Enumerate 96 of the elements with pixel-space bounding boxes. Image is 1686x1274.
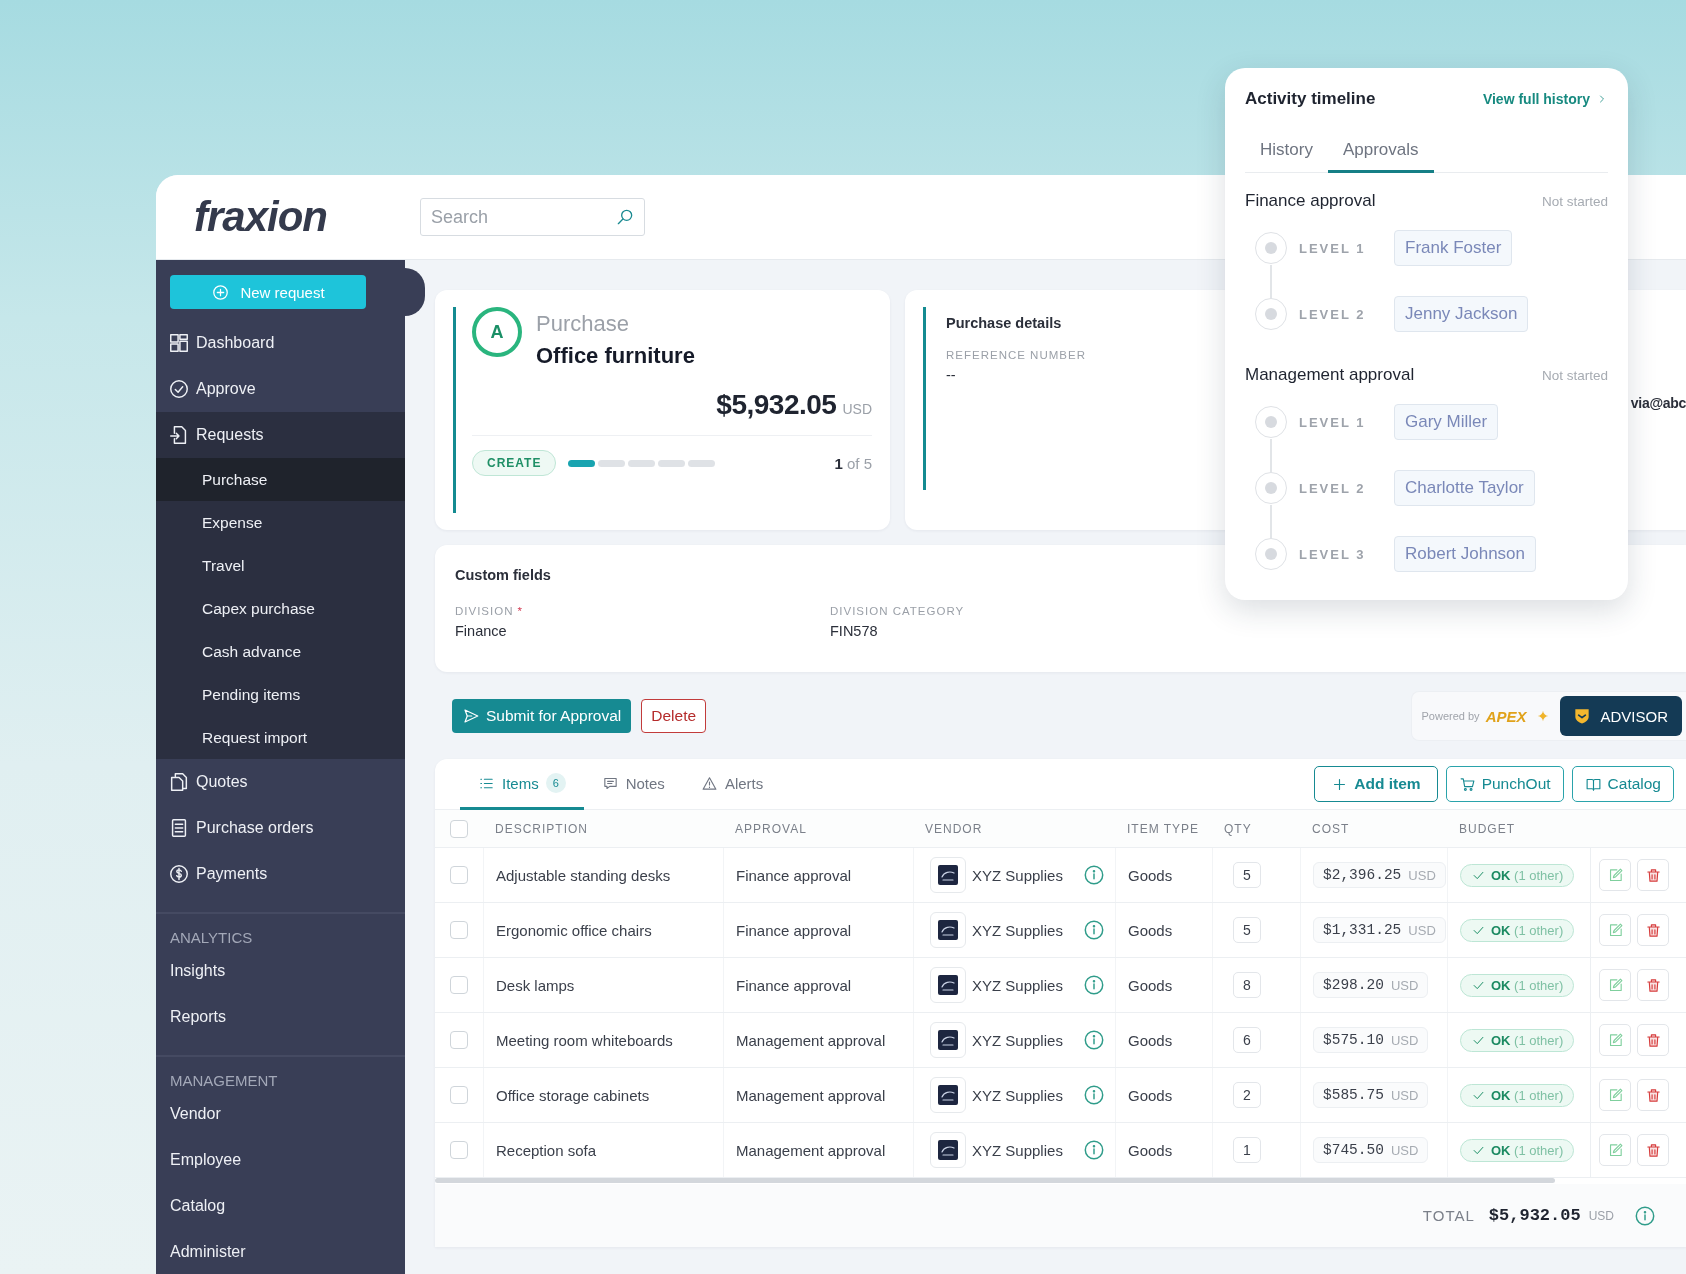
approval-status: Not started (1541, 367, 1608, 383)
currency: USD (1390, 1087, 1419, 1103)
vendor-name: XYZ Supplies (972, 1031, 1064, 1049)
field-label: DIVISION (455, 605, 514, 617)
cost-value: $1,331.25 (1323, 922, 1402, 938)
approval-group-title: Finance approval (1245, 191, 1376, 211)
budget-status: OK (1 other) (1491, 1142, 1564, 1158)
table-cell: Management approval (736, 1141, 886, 1159)
column-header: VENDOR (925, 821, 983, 836)
vendor-name: XYZ Supplies (972, 1141, 1064, 1159)
table-cell: Desk lamps (496, 976, 575, 994)
brand-label: APEX (1485, 707, 1527, 725)
quantity-value: 6 (1233, 1027, 1261, 1053)
table-cell: Adjustable standing desks (496, 866, 671, 884)
column-header: ITEM TYPE (1127, 821, 1200, 836)
level-label: LEVEL 2 (1298, 306, 1366, 322)
request-type: Purchase (536, 311, 630, 337)
currency: USD (1408, 922, 1436, 938)
cost-value: $298.20 (1323, 977, 1384, 993)
powered-by-label: Powered by (1421, 710, 1480, 722)
approver-chip: Jenny Jackson (1394, 296, 1529, 332)
table-cell: Finance approval (736, 866, 852, 884)
field-label: REFERENCE NUMBER (946, 349, 1087, 361)
table-cell: Finance approval (736, 921, 852, 939)
quantity-value: 8 (1233, 972, 1261, 998)
required-mark: * (517, 605, 523, 617)
popup-title: Activity timeline (1245, 89, 1376, 109)
table-cell: Finance approval (736, 976, 852, 994)
currency: USD (1390, 1032, 1419, 1048)
stage-label: CREATE (472, 450, 557, 476)
currency: USD (1390, 977, 1419, 993)
logo: fraxion (193, 193, 329, 241)
budget-status: OK (1 other) (1491, 1032, 1564, 1048)
quantity-value: 2 (1233, 1082, 1261, 1108)
table-cell: Reception sofa (496, 1141, 597, 1159)
budget-status: OK (1 other) (1491, 1087, 1564, 1103)
table-cell: Goods (1128, 976, 1173, 994)
approver-chip: Gary Miller (1394, 404, 1499, 440)
count-badge: 6 (545, 773, 566, 793)
column-header: APPROVAL (735, 821, 807, 836)
budget-status: OK (1 other) (1491, 977, 1564, 993)
table-cell: Management approval (736, 1086, 886, 1104)
approver-chip: Charlotte Taylor (1394, 470, 1535, 506)
table-cell: Goods (1128, 1086, 1173, 1104)
level-label: LEVEL 2 (1298, 480, 1366, 496)
column-header: DESCRIPTION (495, 821, 588, 836)
level-label: LEVEL 3 (1298, 546, 1366, 562)
cost-value: $575.10 (1323, 1032, 1384, 1048)
currency: USD (1390, 1142, 1419, 1158)
quantity-value: 1 (1233, 1137, 1261, 1163)
vendor-name: XYZ Supplies (972, 866, 1064, 884)
vendor-name: XYZ Supplies (972, 976, 1064, 994)
total-amount: $5,932.05 (1488, 1206, 1581, 1225)
table-cell: Goods (1128, 1141, 1173, 1159)
table-cell: Ergonomic office chairs (496, 921, 652, 939)
field-label: DIVISION CATEGORY (830, 605, 965, 617)
table-cell: Office storage cabinets (496, 1086, 650, 1104)
section-title: ANALYTICS (170, 929, 253, 946)
field-value: via@abc (1630, 394, 1686, 413)
cost-value: $745.50 (1323, 1142, 1384, 1158)
vendor-name: XYZ Supplies (972, 921, 1064, 939)
currency: USD (1408, 867, 1436, 883)
table-cell: Goods (1128, 921, 1173, 939)
table-cell: Goods (1128, 866, 1173, 884)
table-cell: Meeting room whiteboards (496, 1031, 673, 1049)
level-label: LEVEL 1 (1298, 414, 1366, 430)
section-title: MANAGEMENT (170, 1072, 278, 1089)
approval-group-title: Management approval (1245, 365, 1415, 385)
level-label: LEVEL 1 (1298, 240, 1366, 256)
total-label: TOTAL (1422, 1207, 1475, 1224)
quantity-value: 5 (1233, 917, 1261, 943)
approver-chip: Frank Foster (1394, 230, 1513, 266)
table-cell: Goods (1128, 1031, 1173, 1049)
currency: USD (842, 401, 872, 417)
currency: USD (1588, 1208, 1614, 1223)
card-title: Custom fields (455, 567, 552, 583)
quantity-value: 5 (1233, 862, 1261, 888)
column-header: QTY (1224, 821, 1252, 836)
vendor-name: XYZ Supplies (972, 1086, 1064, 1104)
field-value: Finance (455, 623, 507, 639)
approval-status: Not started (1541, 193, 1608, 209)
field-value: FIN578 (830, 623, 878, 639)
card-title: Purchase details (946, 315, 1063, 331)
budget-status: OK (1 other) (1491, 867, 1564, 883)
field-value: -- (946, 367, 956, 383)
approver-chip: Robert Johnson (1394, 536, 1537, 572)
total-amount: $5,932.05 (716, 389, 837, 421)
step-counter: 1 of 5 (834, 454, 872, 472)
budget-status: OK (1 other) (1491, 922, 1564, 938)
cost-value: $585.75 (1323, 1087, 1384, 1103)
request-title: Office furniture (536, 343, 695, 369)
cost-value: $2,396.25 (1323, 867, 1402, 883)
column-header: COST (1312, 821, 1350, 836)
column-header: BUDGET (1459, 821, 1515, 836)
avatar: A (472, 307, 522, 357)
table-cell: Management approval (736, 1031, 886, 1049)
